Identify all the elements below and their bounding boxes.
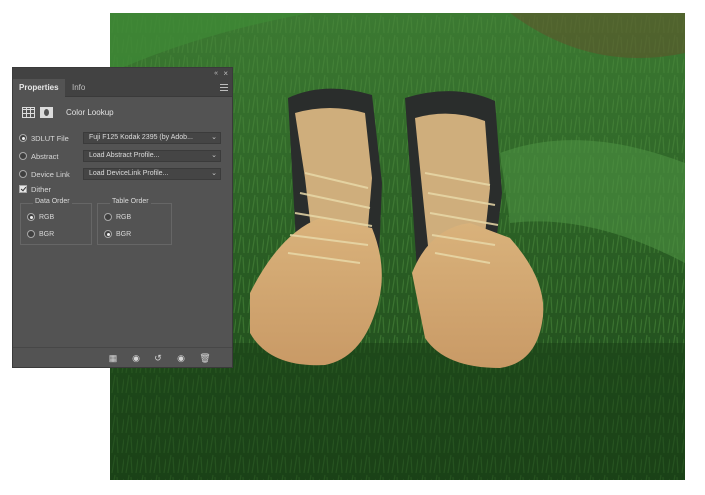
radio-data-order-rgb[interactable] (27, 213, 35, 221)
data-order-bgr-label: BGR (39, 230, 55, 238)
dither-row: Dither (19, 182, 83, 196)
table-order-group: Table Order RGB BGR (97, 198, 172, 245)
dropdown-abstract[interactable]: Load Abstract Profile... ⌄ (83, 150, 221, 162)
tab-properties[interactable]: Properties (13, 79, 65, 97)
dropdown-device-link-value: Load DeviceLink Profile... (89, 170, 169, 177)
radio-table-order-bgr[interactable] (104, 230, 112, 238)
dropdown-abstract-value: Load Abstract Profile... (89, 152, 160, 159)
panel-footer: ▦ ◉ ↺ ◉ 🗑 (13, 347, 232, 367)
mask-icon[interactable] (40, 106, 53, 118)
label-3dlut-file: 3DLUT File (31, 133, 69, 143)
dropdown-3dlut-file[interactable]: Fuji F125 Kodak 2395 (by Adob... ⌄ (83, 132, 221, 144)
label-device-link: Device Link (31, 169, 70, 179)
grid-icon[interactable] (22, 106, 35, 118)
data-order-group: Data Order RGB BGR (20, 198, 92, 245)
dropdown-device-link[interactable]: Load DeviceLink Profile... ⌄ (83, 168, 221, 180)
table-order-option-bgr[interactable]: BGR (104, 228, 131, 240)
lookup-row-device-link: Device Link Load DeviceLink Profile... ⌄ (19, 167, 221, 181)
data-order-option-rgb[interactable]: RGB (27, 211, 54, 223)
trash-icon[interactable]: 🗑 (199, 353, 211, 363)
panel-title-strip: « × (13, 68, 232, 79)
close-panel-icon[interactable]: × (223, 68, 228, 79)
chevron-down-icon: ⌄ (211, 134, 217, 141)
view-previous-state-icon[interactable]: ◉ (130, 353, 142, 363)
visibility-eye-icon[interactable]: ◉ (175, 353, 187, 363)
table-order-title: Table Order (110, 198, 151, 205)
chevron-down-icon: ⌄ (211, 152, 217, 159)
table-order-bgr-label: BGR (116, 230, 132, 238)
adjustment-header: Color Lookup (22, 105, 114, 119)
properties-panel: « × Properties Info Color Lookup 3DLUT F… (12, 67, 233, 368)
data-order-title: Data Order (33, 198, 72, 205)
app-stage: « × Properties Info Color Lookup 3DLUT F… (0, 0, 705, 495)
radio-device-link[interactable] (19, 170, 27, 178)
dropdown-3dlut-value: Fuji F125 Kodak 2395 (by Adob... (89, 134, 193, 141)
adjustment-title: Color Lookup (66, 107, 114, 117)
label-abstract: Abstract (31, 151, 59, 161)
radio-3dlut-file[interactable] (19, 134, 27, 142)
table-order-option-rgb[interactable]: RGB (104, 211, 131, 223)
table-order-rgb-label: RGB (116, 213, 132, 221)
data-order-option-bgr[interactable]: BGR (27, 228, 54, 240)
panel-tabbar: Properties Info (13, 79, 232, 97)
lookup-row-abstract: Abstract Load Abstract Profile... ⌄ (19, 149, 221, 163)
radio-data-order-bgr[interactable] (27, 230, 35, 238)
label-dither: Dither (31, 184, 52, 194)
radio-abstract[interactable] (19, 152, 27, 160)
chevron-down-icon: ⌄ (211, 170, 217, 177)
lookup-row-3dlut: 3DLUT File Fuji F125 Kodak 2395 (by Adob… (19, 131, 221, 145)
dither-checkbox[interactable] (19, 185, 27, 193)
tab-info[interactable]: Info (66, 79, 91, 97)
radio-table-order-rgb[interactable] (104, 213, 112, 221)
clip-to-layer-icon[interactable]: ▦ (107, 353, 119, 363)
data-order-rgb-label: RGB (39, 213, 55, 221)
panel-menu-icon[interactable] (220, 84, 228, 91)
collapse-panel-icon[interactable]: « (214, 68, 218, 79)
reset-icon[interactable]: ↺ (152, 353, 164, 363)
